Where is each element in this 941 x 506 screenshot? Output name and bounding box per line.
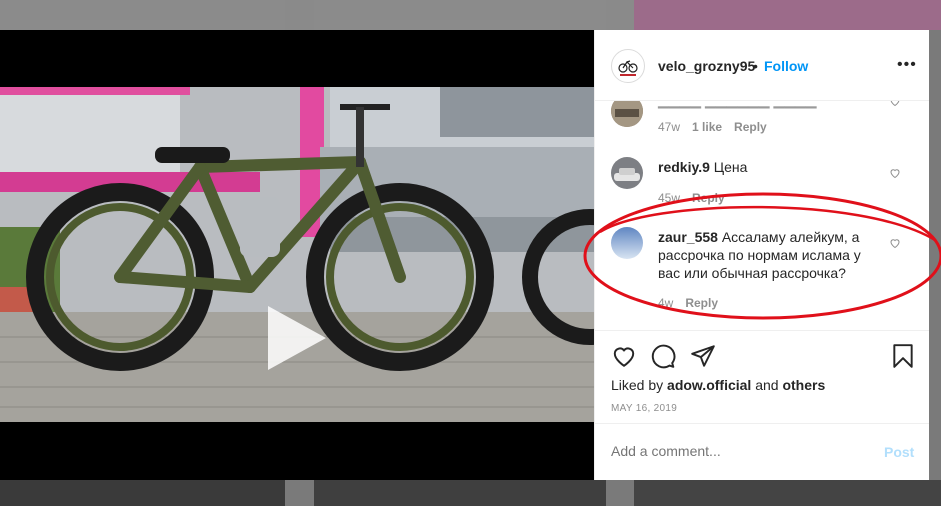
post-media-video[interactable] — [0, 30, 594, 480]
comment-text: Цена — [713, 159, 748, 175]
comment-bubble-icon[interactable] — [650, 343, 676, 369]
liked-by-and: and — [755, 377, 779, 393]
add-comment-input[interactable] — [611, 443, 851, 459]
play-button[interactable] — [262, 247, 330, 370]
post-author-username[interactable]: velo_grozny95 — [658, 58, 755, 74]
add-comment-bar: Post — [595, 423, 929, 481]
liked-by-others[interactable]: others — [782, 377, 825, 393]
background-thumbnail — [0, 480, 285, 506]
reply-button[interactable]: Reply — [692, 191, 725, 205]
background-thumbnail — [314, 480, 606, 506]
comment-time: 47w — [658, 120, 681, 134]
liked-by-line: Liked by adow.official and others — [611, 377, 825, 393]
avatar-sky-icon — [611, 227, 643, 259]
post-comment-button[interactable]: Post — [884, 444, 914, 460]
post-side-panel: velo_grozny95 • Follow ••• ▁▁▁▁ ▁▁▁▁▁▁ ▁… — [594, 30, 929, 480]
avatar-car-icon — [611, 157, 643, 189]
like-heart-icon[interactable] — [889, 101, 901, 107]
background-thumbnail — [314, 0, 606, 30]
comment-username[interactable]: zaur_558 — [658, 229, 718, 245]
comment-body: zaur_558 Ассаламу алейкум, а рассрочка п… — [658, 228, 878, 282]
post-date[interactable]: MAY 16, 2019 — [611, 403, 677, 414]
comment-avatar[interactable] — [611, 101, 643, 127]
liked-by-prefix: Liked by — [611, 377, 664, 393]
reply-button[interactable]: Reply — [685, 296, 718, 310]
play-icon — [268, 306, 326, 370]
comment-text-line3: вас или обычная рассрочка? — [658, 265, 846, 281]
post-actions: Liked by adow.official and others MAY 16… — [595, 330, 929, 423]
comment-meta: 4w Reply — [658, 296, 730, 310]
more-horizontal-icon[interactable]: ••• — [897, 56, 917, 74]
comment-body: redkiy.9 Цена — [658, 158, 747, 176]
reply-button[interactable]: Reply — [734, 120, 767, 134]
bookmark-save-icon[interactable] — [890, 343, 916, 369]
bike-logo-icon — [613, 51, 643, 81]
follow-button[interactable]: Follow — [764, 58, 808, 74]
background-thumbnail — [634, 0, 941, 30]
comment-avatar[interactable] — [611, 227, 643, 259]
like-heart-icon[interactable] — [889, 167, 901, 179]
background-thumbnail — [634, 480, 941, 506]
separator-dot: • — [753, 58, 758, 74]
avatar-photo-icon — [611, 101, 643, 127]
liked-by-user[interactable]: adow.official — [667, 377, 751, 393]
comment-time: 45w — [658, 191, 681, 205]
background-thumbnail — [0, 0, 285, 30]
comment-username[interactable]: redkiy.9 — [658, 159, 710, 175]
comments-list[interactable]: ▁▁▁▁ ▁▁▁▁▁▁ ▁▁▁▁ 47w 1 like Reply redkiy.9… — [595, 101, 929, 329]
comment-meta: 47w 1 like Reply — [658, 120, 779, 134]
comment-text-line2: рассрочка по нормам ислама у — [658, 247, 861, 263]
comment-meta: 45w Reply — [658, 191, 737, 205]
comment-avatar[interactable] — [611, 157, 643, 189]
comment-likes[interactable]: 1 like — [692, 120, 722, 134]
comment-text-line1: Ассаламу алейкум, а — [721, 229, 860, 245]
share-send-icon[interactable] — [690, 343, 716, 369]
like-heart-icon[interactable] — [611, 343, 637, 369]
like-heart-icon[interactable] — [889, 237, 901, 249]
avatar[interactable] — [611, 49, 645, 83]
post-header: velo_grozny95 • Follow ••• — [595, 30, 929, 101]
comment-time: 4w — [658, 296, 674, 310]
comment-text: ▁▁▁▁ ▁▁▁▁▁▁ ▁▁▁▁ — [658, 101, 817, 109]
